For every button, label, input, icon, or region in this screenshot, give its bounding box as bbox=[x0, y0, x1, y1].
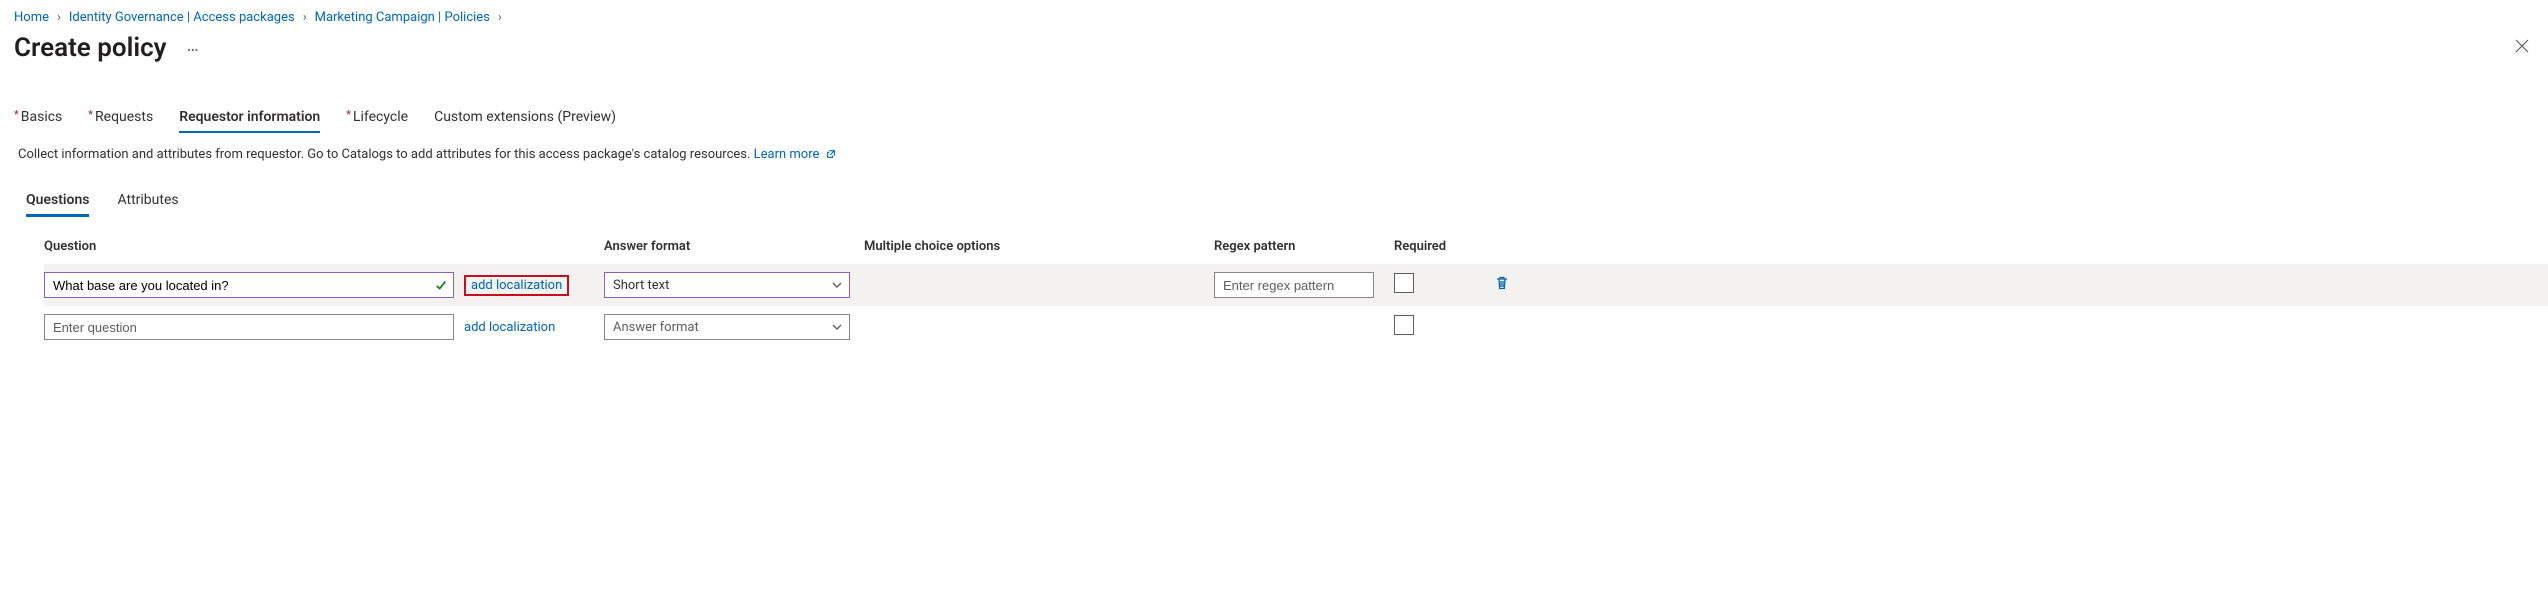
subtab-attributes[interactable]: Attributes bbox=[117, 192, 178, 217]
col-question: Question bbox=[44, 239, 604, 254]
close-icon[interactable] bbox=[2514, 38, 2530, 54]
col-regex: Regex pattern bbox=[1214, 239, 1394, 254]
tab-lifecycle[interactable]: * Lifecycle bbox=[346, 109, 408, 133]
delete-icon[interactable] bbox=[1494, 275, 1510, 291]
breadcrumb-identity-governance[interactable]: Identity Governance | Access packages bbox=[69, 10, 295, 25]
answer-format-value: Answer format bbox=[613, 320, 699, 335]
tab-description: Collect information and attributes from … bbox=[0, 133, 2548, 162]
title-row: Create policy … bbox=[0, 29, 2548, 71]
learn-more-link[interactable]: Learn more bbox=[754, 147, 836, 162]
chevron-right-icon: › bbox=[303, 10, 307, 25]
sub-tabs: Questions Attributes bbox=[0, 162, 2548, 217]
tab-label: Requests bbox=[95, 109, 153, 125]
tab-requests[interactable]: * Requests bbox=[88, 109, 153, 133]
add-localization-link[interactable]: add localization bbox=[464, 320, 555, 335]
breadcrumb-marketing-campaign[interactable]: Marketing Campaign | Policies bbox=[315, 10, 490, 25]
tab-label: Custom extensions (Preview) bbox=[434, 109, 616, 125]
required-star-icon: * bbox=[14, 108, 19, 121]
col-mc-options: Multiple choice options bbox=[864, 239, 1214, 254]
external-link-icon bbox=[826, 148, 836, 158]
answer-format-value: Short text bbox=[613, 278, 669, 293]
chevron-down-icon bbox=[831, 321, 843, 333]
learn-more-label: Learn more bbox=[754, 147, 820, 162]
col-required: Required bbox=[1394, 239, 1494, 254]
questions-table: Question Answer format Multiple choice o… bbox=[0, 217, 2548, 348]
chevron-down-icon bbox=[831, 279, 843, 291]
step-tabs: * Basics * Requests Requestor informatio… bbox=[0, 71, 2548, 133]
page-title: Create policy bbox=[14, 33, 167, 63]
tab-custom-extensions[interactable]: Custom extensions (Preview) bbox=[434, 109, 616, 133]
breadcrumb: Home › Identity Governance | Access pack… bbox=[0, 0, 2548, 29]
more-actions-button[interactable]: … bbox=[181, 33, 205, 59]
col-answer-format: Answer format bbox=[604, 239, 864, 254]
tab-requestor-information[interactable]: Requestor information bbox=[179, 109, 320, 133]
tab-label: Basics bbox=[21, 109, 63, 125]
required-checkbox[interactable] bbox=[1394, 315, 1414, 335]
answer-format-select[interactable]: Short text bbox=[604, 272, 850, 298]
chevron-right-icon: › bbox=[57, 10, 61, 25]
required-star-icon: * bbox=[88, 108, 93, 121]
tab-basics[interactable]: * Basics bbox=[14, 109, 62, 133]
table-row: add localization Answer format bbox=[44, 306, 2548, 348]
tab-label: Requestor information bbox=[179, 109, 320, 125]
answer-format-select[interactable]: Answer format bbox=[604, 314, 850, 340]
table-header: Question Answer format Multiple choice o… bbox=[44, 239, 2548, 264]
tab-label: Lifecycle bbox=[353, 109, 408, 125]
question-input[interactable] bbox=[44, 314, 454, 340]
breadcrumb-home[interactable]: Home bbox=[14, 10, 49, 25]
chevron-right-icon: › bbox=[498, 10, 502, 25]
checkmark-icon bbox=[434, 278, 448, 292]
question-input[interactable] bbox=[44, 272, 454, 298]
table-row: add localization Short text bbox=[44, 264, 2548, 306]
description-text: Collect information and attributes from … bbox=[18, 147, 754, 162]
add-localization-link[interactable]: add localization bbox=[464, 275, 569, 296]
subtab-questions[interactable]: Questions bbox=[26, 192, 89, 217]
required-star-icon: * bbox=[346, 108, 351, 121]
regex-input[interactable] bbox=[1214, 272, 1374, 298]
required-checkbox[interactable] bbox=[1394, 273, 1414, 293]
